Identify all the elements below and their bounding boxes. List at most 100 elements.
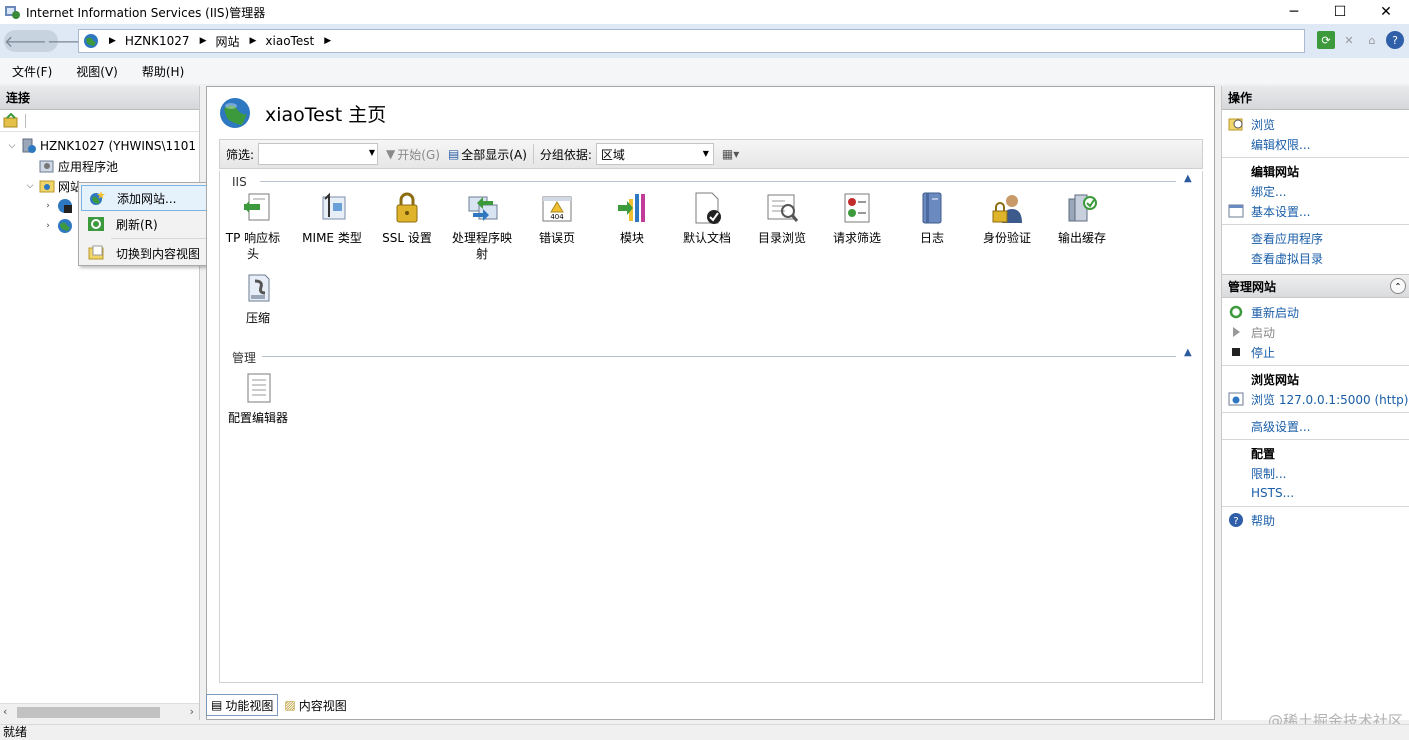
menu-view[interactable]: 视图(V)	[64, 63, 130, 80]
directory-browsing-icon	[765, 191, 799, 225]
connect-icon[interactable]	[3, 112, 19, 129]
request-filtering-icon	[840, 191, 874, 225]
chevron-right-icon: ▶	[249, 36, 257, 46]
chevron-down-icon[interactable]: ⌵	[6, 141, 18, 151]
feature-modules[interactable]: 模块	[594, 191, 670, 246]
action-advanced-settings[interactable]: 高级设置...	[1222, 416, 1409, 436]
output-caching-icon	[1065, 191, 1099, 225]
feature-http-headers[interactable]: TP 响应标 头	[220, 191, 296, 262]
action-basic-settings[interactable]: 基本设置...	[1222, 201, 1409, 221]
breadcrumb-site[interactable]: xiaoTest	[265, 34, 314, 48]
go-button[interactable]: ▼ 开始(G)	[386, 146, 440, 163]
feature-directory-browsing[interactable]: 目录浏览	[744, 191, 820, 246]
menu-help[interactable]: 帮助(H)	[130, 63, 196, 80]
view-tabs: ▤ 功能视图 ▨ 内容视图	[206, 694, 353, 716]
server-icon	[21, 138, 37, 154]
content-view-icon: ▨	[284, 698, 296, 712]
actions-header: 操作	[1222, 86, 1409, 110]
stop-icon[interactable]: ✕	[1340, 31, 1358, 49]
default-document-icon	[690, 191, 724, 225]
filter-input[interactable]: ▼	[258, 143, 379, 165]
tree-item-server[interactable]: ⌵ HZNK1027 (YHWINS\1101	[0, 136, 199, 156]
action-help[interactable]: ? 帮助	[1222, 510, 1409, 530]
feature-authentication[interactable]: 身份验证	[969, 191, 1045, 246]
title-bar: Internet Information Services (IIS)管理器 ─…	[0, 0, 1409, 24]
address-bar: 🡐 🡒 ▶ HZNK1027 ▶ 网站 ▶ xiaoTest ▶ ⟳ ✕ ⌂ ?	[0, 24, 1409, 58]
feature-default-document[interactable]: 默认文档	[669, 191, 745, 246]
scroll-left-icon[interactable]: ‹	[3, 705, 7, 718]
action-bindings[interactable]: 绑定...	[1222, 181, 1409, 201]
logging-icon	[915, 191, 949, 225]
feature-list: IIS ▲ TP 响应标 头 MIME 类型 SSL 设置 处理程序映 射 40…	[219, 171, 1203, 683]
chevron-up-icon[interactable]: ⌃	[1390, 278, 1406, 294]
action-limits[interactable]: 限制...	[1222, 463, 1409, 483]
feature-handler-mappings[interactable]: 处理程序映 射	[444, 191, 520, 262]
feature-view-pane: xiaoTest 主页 筛选: ▼ ▼ 开始(G) ▤ 全部显示(A) 分组依据…	[206, 86, 1215, 720]
scroll-right-icon[interactable]: ›	[190, 705, 194, 718]
feature-request-filtering[interactable]: 请求筛选	[819, 191, 895, 246]
breadcrumb[interactable]: ▶ HZNK1027 ▶ 网站 ▶ xiaoTest ▶	[78, 29, 1305, 53]
feature-ssl-settings[interactable]: SSL 设置	[369, 191, 445, 246]
feature-mime-types[interactable]: MIME 类型	[294, 191, 370, 246]
action-edit-permissions[interactable]: 编辑权限...	[1222, 134, 1409, 154]
actions-pane: 操作 浏览 编辑权限... 编辑网站 绑定... 基本设置... 查看应用程序 …	[1221, 86, 1409, 720]
menu-bar: 文件(F) 视图(V) 帮助(H)	[0, 58, 1409, 84]
chevron-up-icon[interactable]: ▲	[1184, 173, 1192, 184]
chevron-right-icon[interactable]: ›	[42, 201, 54, 211]
menu-item-label: 切换到内容视图	[116, 246, 201, 261]
action-restart[interactable]: 重新启动	[1222, 302, 1409, 322]
action-start[interactable]: 启动	[1222, 322, 1409, 342]
chevron-right-icon: ▶	[324, 36, 332, 46]
scroll-thumb[interactable]	[17, 707, 160, 718]
content-view-icon	[88, 245, 104, 261]
chevron-up-icon[interactable]: ▲	[1184, 347, 1192, 358]
play-icon	[1228, 324, 1244, 340]
minimize-button[interactable]: ─	[1271, 0, 1317, 24]
group-by-select[interactable]: 区域 ▼	[595, 143, 714, 165]
modules-icon	[615, 191, 649, 225]
chevron-right-icon[interactable]: ›	[42, 221, 54, 231]
view-mode-icon[interactable]: ▦▾	[722, 147, 739, 161]
refresh-icon[interactable]: ⟳	[1317, 31, 1335, 49]
tab-features-view[interactable]: ▤ 功能视图	[206, 694, 279, 716]
page-title: xiaoTest 主页	[265, 103, 387, 126]
show-all-button[interactable]: ▤ 全部显示(A)	[448, 146, 527, 163]
menu-item-label: 添加网站...	[117, 191, 177, 206]
help-icon[interactable]: ?	[1386, 31, 1404, 49]
mime-icon	[315, 191, 349, 225]
action-view-applications[interactable]: 查看应用程序	[1222, 228, 1409, 248]
manage-site-header: 管理网站 ⌃	[1222, 274, 1409, 298]
close-button[interactable]: ✕	[1363, 0, 1409, 24]
action-view-virtual-directories[interactable]: 查看虚拟目录	[1222, 248, 1409, 268]
site-globe-icon	[57, 218, 73, 234]
group-by-label: 分组依据:	[539, 147, 592, 162]
feature-compression[interactable]: 压缩	[220, 271, 296, 326]
home-icon[interactable]: ⌂	[1363, 31, 1381, 49]
menu-file[interactable]: 文件(F)	[0, 63, 64, 80]
section-manage-title: 管理	[232, 351, 257, 365]
handler-mappings-icon	[465, 191, 499, 225]
tab-content-view[interactable]: ▨ 内容视图	[280, 694, 350, 716]
compression-icon	[241, 271, 275, 305]
action-stop[interactable]: 停止	[1222, 342, 1409, 362]
dropdown-arrow-icon[interactable]: ▼	[369, 148, 375, 157]
action-browse-link[interactable]: 浏览 127.0.0.1:5000 (http)	[1222, 389, 1409, 409]
action-explore[interactable]: 浏览	[1222, 114, 1409, 134]
folder-icon	[39, 178, 55, 194]
edit-site-header: 编辑网站	[1251, 164, 1300, 179]
svg-text:404: 404	[550, 213, 564, 221]
feature-logging[interactable]: 日志	[894, 191, 970, 246]
horizontal-scrollbar[interactable]: ‹ ›	[0, 703, 199, 720]
action-hsts[interactable]: HSTS...	[1222, 483, 1409, 503]
maximize-button[interactable]: ☐	[1317, 0, 1363, 24]
feature-configuration-editor[interactable]: 配置编辑器	[220, 371, 296, 426]
back-button[interactable]: 🡐	[4, 31, 47, 51]
tree-item-app-pools[interactable]: 应用程序池	[0, 156, 199, 176]
stop-icon	[1228, 344, 1244, 360]
breadcrumb-server[interactable]: HZNK1027	[125, 34, 190, 48]
feature-error-pages[interactable]: 404 错误页	[519, 191, 595, 246]
chevron-down-icon[interactable]: ⌵	[24, 181, 36, 191]
filter-bar: 筛选: ▼ ▼ 开始(G) ▤ 全部显示(A) 分组依据: 区域 ▼ ▦▾	[219, 139, 1203, 169]
breadcrumb-sites[interactable]: 网站	[215, 33, 239, 50]
feature-output-caching[interactable]: 输出缓存	[1044, 191, 1120, 246]
